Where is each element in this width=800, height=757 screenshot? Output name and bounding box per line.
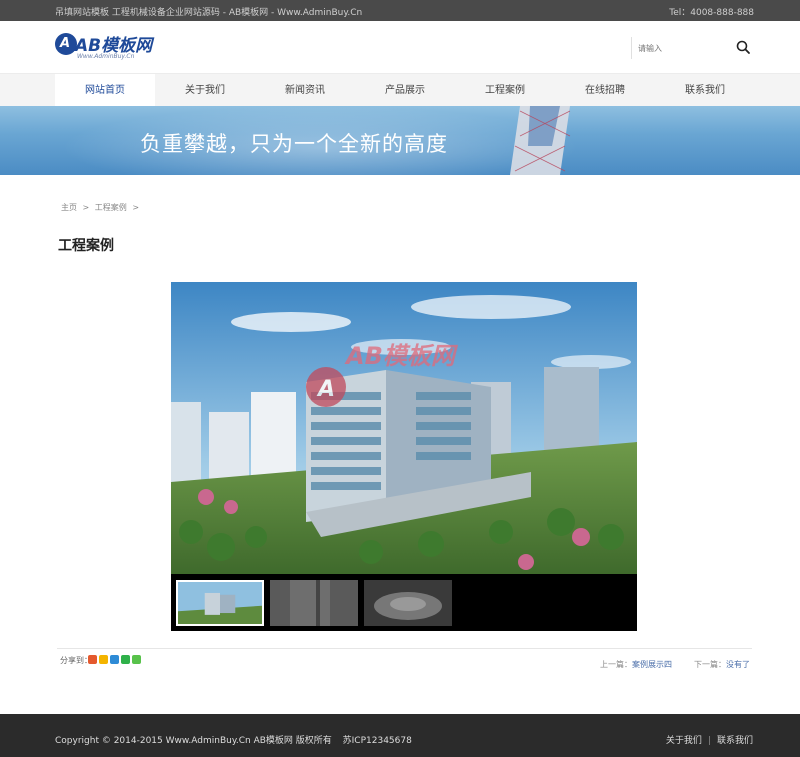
- more-share-icon[interactable]: [132, 655, 141, 664]
- site-logo[interactable]: A AB模板网 Www.AdminBuy.Cn: [55, 31, 175, 63]
- logo-badge-icon: A: [55, 33, 77, 55]
- site-header: A AB模板网 Www.AdminBuy.Cn: [0, 21, 800, 73]
- nav-item-contact[interactable]: 联系我们: [655, 74, 755, 107]
- top-tagline: 吊填网站模板 工程机械设备企业网站源码 - AB模板网 - Www.AdminB…: [55, 8, 363, 18]
- page-title: 工程案例: [58, 238, 114, 254]
- wechat-icon[interactable]: [121, 655, 130, 664]
- gallery-thumb-2[interactable]: [270, 580, 358, 626]
- breadcrumb-separator: >: [82, 203, 90, 212]
- logo-subtext: Www.AdminBuy.Cn: [77, 53, 135, 60]
- prev-label: 上一篇：: [600, 660, 632, 669]
- nav-item-about[interactable]: 关于我们: [155, 74, 255, 107]
- footer-link-separator: |: [707, 736, 711, 746]
- search-box: [631, 37, 755, 59]
- footer-links: 关于我们 | 联系我们: [666, 733, 753, 746]
- search-icon[interactable]: [735, 39, 751, 55]
- case-main-image[interactable]: A AB模板网: [171, 282, 637, 574]
- nav-item-cases[interactable]: 工程案例: [455, 74, 555, 107]
- footer-link-contact[interactable]: 联系我们: [717, 736, 753, 746]
- gallery-thumb-3[interactable]: [364, 580, 452, 626]
- gallery-thumbnails: [171, 574, 637, 631]
- qzone-icon[interactable]: [99, 655, 108, 664]
- breadcrumb-home[interactable]: 主页: [61, 203, 77, 212]
- prev-article: 上一篇：案例展示四: [600, 659, 672, 670]
- next-label: 下一篇：: [694, 660, 726, 669]
- gallery-thumb-1[interactable]: [176, 580, 264, 626]
- nav-item-news[interactable]: 新闻资讯: [255, 74, 355, 107]
- prev-link[interactable]: 案例展示四: [632, 660, 672, 669]
- search-input[interactable]: [638, 40, 728, 56]
- nav-item-jobs[interactable]: 在线招聘: [555, 74, 655, 107]
- breadcrumb-current[interactable]: 工程案例: [95, 203, 127, 212]
- top-bar: 吊填网站模板 工程机械设备企业网站源码 - AB模板网 - Www.AdminB…: [0, 0, 800, 21]
- breadcrumb-separator: >: [132, 203, 140, 212]
- hero-banner: 负重攀越，只为一个全新的高度: [0, 106, 800, 175]
- tencent-weibo-icon[interactable]: [110, 655, 119, 664]
- main-nav: 网站首页 关于我们 新闻资讯 产品展示 工程案例 在线招聘 联系我们: [0, 73, 800, 107]
- footer-link-about[interactable]: 关于我们: [666, 736, 702, 746]
- banner-building-image: [510, 106, 571, 175]
- nav-item-home[interactable]: 网站首页: [55, 74, 155, 107]
- case-gallery: A AB模板网: [171, 282, 637, 631]
- top-phone: Tel：4008-888-888: [669, 8, 754, 18]
- nav-item-products[interactable]: 产品展示: [355, 74, 455, 107]
- footer-copyright: Copyright © 2014-2015 Www.AdminBuy.Cn AB…: [55, 733, 412, 746]
- weibo-icon[interactable]: [88, 655, 97, 664]
- svg-text:A: A: [316, 377, 335, 402]
- gallery-watermark: AB模板网: [344, 342, 459, 370]
- site-footer: Copyright © 2014-2015 Www.AdminBuy.Cn AB…: [0, 714, 800, 757]
- content-divider: [57, 648, 752, 649]
- copyright-text: Copyright © 2014-2015 Www.AdminBuy.Cn AB…: [55, 736, 332, 746]
- breadcrumb: 主页 > 工程案例 >: [61, 202, 142, 213]
- icp-number[interactable]: 苏ICP12345678: [343, 736, 412, 746]
- next-article: 下一篇：没有了: [694, 659, 750, 670]
- banner-slogan: 负重攀越，只为一个全新的高度: [140, 132, 448, 156]
- next-link[interactable]: 没有了: [726, 660, 750, 669]
